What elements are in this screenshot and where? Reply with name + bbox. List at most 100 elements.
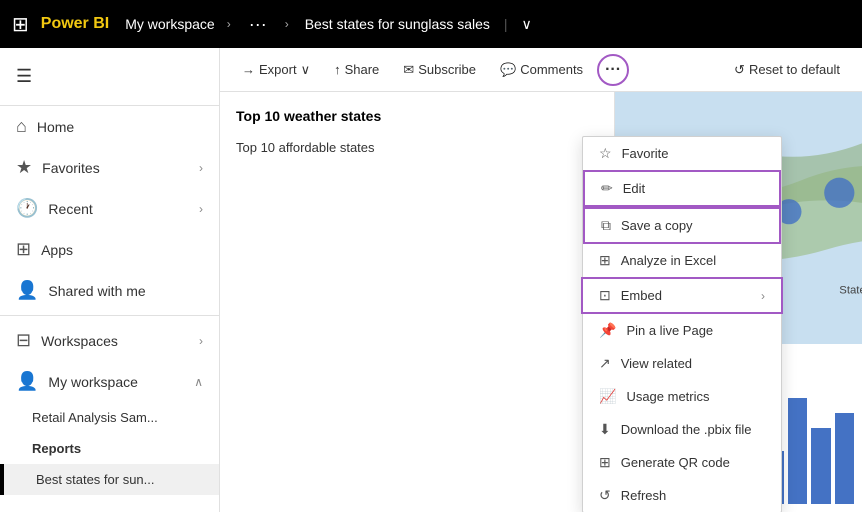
chart-bar	[835, 413, 855, 504]
generate-qr-icon: ⊞	[599, 454, 611, 471]
menu-item-usage-metrics[interactable]: 📈 Usage metrics	[583, 380, 781, 413]
menu-item-save-copy-label: Save a copy	[621, 218, 763, 233]
menu-item-pin-live[interactable]: 📌 Pin a live Page	[583, 314, 781, 347]
menu-item-refresh-label: Refresh	[621, 488, 765, 503]
menu-item-favorite[interactable]: ☆ Favorite	[583, 137, 781, 170]
app-logo: Power BI	[41, 15, 109, 33]
chart-bar	[788, 398, 808, 504]
dropdown-menu: ☆ Favorite ✏ Edit ⧉ Save a copy ⊞ Analyz…	[582, 136, 782, 512]
menu-item-view-related[interactable]: ↗ View related	[583, 347, 781, 380]
report-left-panel: Top 10 weather states Top 10 affordable …	[220, 92, 615, 512]
sidebar-item-recent-label: Recent	[48, 201, 189, 217]
breadcrumb-chevron2: ›	[285, 17, 289, 31]
reset-button[interactable]: ↺ Reset to default	[724, 56, 850, 84]
sidebar-subitem-retail[interactable]: Retail Analysis Sam...	[0, 402, 219, 433]
subscribe-button[interactable]: ✉ Subscribe	[393, 56, 486, 84]
menu-item-embed[interactable]: ⊡ Embed ›	[581, 277, 783, 314]
workspaces-chevron: ›	[199, 334, 203, 348]
view-related-icon: ↗	[599, 355, 611, 372]
toolbar: → Export ∨ ↑ Share ✉ Subscribe 💬 Comment…	[220, 48, 862, 92]
sidebar-item-home[interactable]: ⌂ Home	[0, 106, 219, 147]
main-layout: ☰ ⌂ Home ★ Favorites › 🕐 Recent › ⊞ Apps…	[0, 48, 862, 512]
recent-icon: 🕐	[16, 198, 38, 219]
menu-item-favorite-label: Favorite	[622, 146, 765, 161]
topbar: ⊞ Power BI My workspace › ··· › Best sta…	[0, 0, 862, 48]
comments-label: Comments	[520, 62, 583, 77]
menu-item-usage-metrics-label: Usage metrics	[626, 389, 765, 404]
subscribe-label: Subscribe	[418, 62, 476, 77]
sidebar-item-shared-label: Shared with me	[48, 283, 203, 299]
chart-bar	[811, 428, 831, 504]
share-label: Share	[345, 62, 380, 77]
report-item[interactable]: Top 10 affordable states	[236, 136, 598, 159]
sidebar-item-apps[interactable]: ⊞ Apps	[0, 229, 219, 270]
home-icon: ⌂	[16, 116, 27, 137]
reset-icon: ↺	[734, 62, 745, 78]
edit-icon: ✏	[601, 180, 613, 197]
content-area: → Export ∨ ↑ Share ✉ Subscribe 💬 Comment…	[220, 48, 862, 512]
menu-item-generate-qr[interactable]: ⊞ Generate QR code	[583, 446, 781, 479]
share-button[interactable]: ↑ Share	[324, 56, 389, 83]
favorites-icon: ★	[16, 157, 32, 178]
sidebar-item-apps-label: Apps	[41, 242, 203, 258]
embed-icon: ⊡	[599, 287, 611, 304]
sidebar-item-favorites[interactable]: ★ Favorites ›	[0, 147, 219, 188]
sidebar-item-shared[interactable]: 👤 Shared with me	[0, 270, 219, 311]
myworkspace-icon: 👤	[16, 371, 38, 392]
embed-chevron: ›	[761, 289, 765, 303]
sidebar-divider	[0, 315, 219, 316]
sidebar-subitem-reports[interactable]: Reports	[0, 433, 219, 464]
workspace-label[interactable]: My workspace	[125, 16, 214, 32]
recent-chevron: ›	[199, 202, 203, 216]
menu-item-embed-label: Embed	[621, 288, 751, 303]
export-icon: →	[242, 62, 255, 77]
pipe-divider: |	[504, 16, 508, 32]
usage-metrics-icon: 📈	[599, 388, 616, 405]
menu-item-refresh[interactable]: ↺ Refresh	[583, 479, 781, 512]
title-dropdown-button[interactable]: ∨	[522, 16, 532, 33]
share-icon: ↑	[334, 62, 341, 77]
export-button[interactable]: → Export ∨	[232, 56, 320, 84]
sidebar: ☰ ⌂ Home ★ Favorites › 🕐 Recent › ⊞ Apps…	[0, 48, 220, 512]
save-copy-icon: ⧉	[601, 217, 611, 234]
menu-item-pin-live-label: Pin a live Page	[626, 323, 765, 338]
menu-item-edit[interactable]: ✏ Edit	[583, 170, 781, 207]
report-content: Top 10 weather states Top 10 affordable …	[220, 92, 862, 512]
workspace-more-button[interactable]: ···	[243, 12, 273, 37]
hamburger-button[interactable]: ☰	[0, 56, 219, 97]
sidebar-item-myworkspace-label: My workspace	[48, 374, 184, 390]
grid-icon[interactable]: ⊞	[12, 12, 29, 37]
apps-icon: ⊞	[16, 239, 31, 260]
more-options-button[interactable]: ···	[597, 54, 629, 86]
sidebar-item-favorites-label: Favorites	[42, 160, 189, 176]
menu-item-download-pbix-label: Download the .pbix file	[621, 422, 765, 437]
workspaces-icon: ⊟	[16, 330, 31, 351]
comments-button[interactable]: 💬 Comments	[490, 56, 593, 84]
comments-icon: 💬	[500, 62, 516, 78]
svg-text:State: State	[839, 285, 862, 297]
menu-item-generate-qr-label: Generate QR code	[621, 455, 765, 470]
sidebar-subitem-beststates[interactable]: Best states for sun...	[4, 464, 219, 495]
sidebar-item-workspaces[interactable]: ⊟ Workspaces ›	[0, 320, 219, 361]
menu-item-save-copy[interactable]: ⧉ Save a copy	[583, 207, 781, 244]
export-chevron: ∨	[301, 62, 311, 78]
shared-icon: 👤	[16, 280, 38, 301]
sidebar-top: ☰	[0, 48, 219, 106]
sidebar-item-myworkspace[interactable]: 👤 My workspace ∧	[0, 361, 219, 402]
favorites-chevron: ›	[199, 161, 203, 175]
menu-item-edit-label: Edit	[623, 181, 763, 196]
refresh-icon: ↺	[599, 487, 611, 504]
sidebar-item-workspaces-label: Workspaces	[41, 333, 189, 349]
pin-live-icon: 📌	[599, 322, 616, 339]
menu-item-analyze-excel[interactable]: ⊞ Analyze in Excel	[583, 244, 781, 277]
favorite-icon: ☆	[599, 145, 612, 162]
menu-item-download-pbix[interactable]: ⬇ Download the .pbix file	[583, 413, 781, 446]
breadcrumb-chevron: ›	[227, 17, 231, 31]
sidebar-item-recent[interactable]: 🕐 Recent ›	[0, 188, 219, 229]
subscribe-icon: ✉	[403, 62, 414, 78]
download-pbix-icon: ⬇	[599, 421, 611, 438]
sidebar-item-home-label: Home	[37, 119, 203, 135]
report-title: Best states for sunglass sales	[305, 16, 490, 32]
reset-label: Reset to default	[749, 62, 840, 77]
menu-item-analyze-excel-label: Analyze in Excel	[621, 253, 765, 268]
